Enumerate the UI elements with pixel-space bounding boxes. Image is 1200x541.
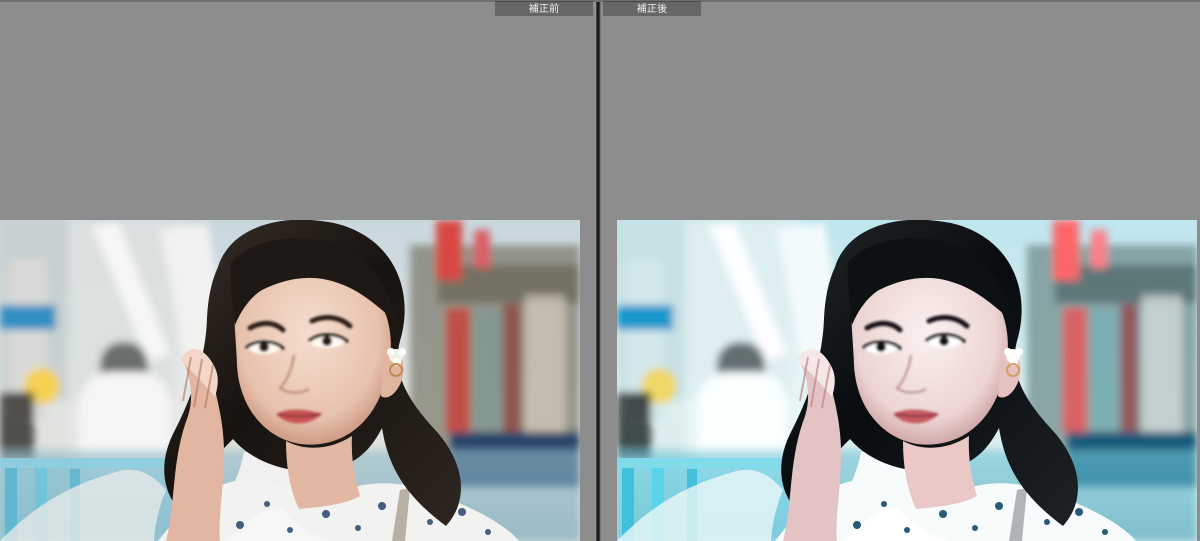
before-label-tab: 補正前 <box>495 1 593 16</box>
compare-divider[interactable] <box>595 0 601 541</box>
top-border <box>0 0 1200 2</box>
after-portrait-image <box>617 220 1197 541</box>
after-label-tab: 補正後 <box>603 1 701 16</box>
before-pane <box>0 0 595 541</box>
after-photo <box>617 220 1197 541</box>
before-after-compare-view: 補正前 補正後 <box>0 0 1200 541</box>
after-pane <box>601 0 1200 541</box>
before-portrait-image <box>0 220 580 541</box>
before-photo <box>0 220 580 541</box>
